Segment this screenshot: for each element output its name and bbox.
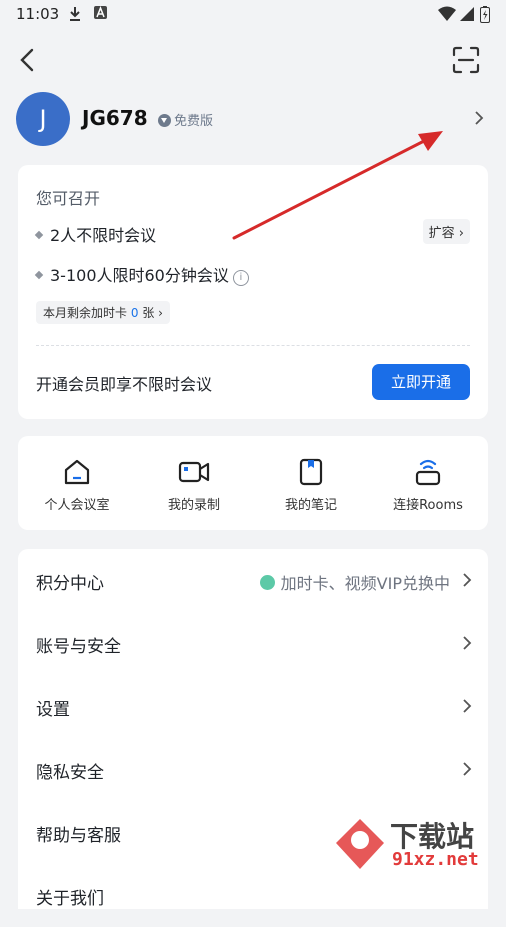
plan-badge: 免费版 <box>158 110 213 129</box>
font-icon <box>94 6 107 19</box>
pill-suffix: 张 <box>142 306 155 320</box>
note-icon <box>299 458 323 486</box>
chevron-right-icon <box>463 762 472 776</box>
home-icon <box>64 459 90 485</box>
quick-action-label: 个人会议室 <box>44 498 110 513</box>
watermark-logo-icon <box>336 819 384 869</box>
quick-action-recordings[interactable]: 我的录制 <box>135 458 253 513</box>
menu-item-label: 帮助与客服 <box>36 826 121 846</box>
chevron-right-icon: › <box>458 226 464 241</box>
status-bar: 11:03 <box>0 0 506 30</box>
top-bar <box>0 40 506 80</box>
feature-item: 2人不限时会议 <box>34 222 157 246</box>
menu-item-privacy[interactable]: 隐私安全 <box>18 738 488 801</box>
plan-label: 免费版 <box>174 114 214 129</box>
quick-action-label: 连接Rooms <box>393 498 463 513</box>
username: JG678 <box>82 106 148 130</box>
video-icon <box>178 461 210 483</box>
quick-action-notes[interactable]: 我的笔记 <box>252 458 370 513</box>
open-membership-button[interactable]: 立即开通 <box>372 364 470 400</box>
expand-label: 扩容 <box>428 226 455 241</box>
menu-extra-label: 加时卡、视频VIP兑换中 <box>280 574 450 593</box>
diamond-bullet-icon <box>34 270 44 280</box>
menu-item-settings[interactable]: 设置 <box>18 675 488 738</box>
pill-count: 0 <box>130 306 139 320</box>
quick-actions-card: 个人会议室 我的录制 我的笔记 连接Rooms <box>18 436 488 530</box>
menu-item-label: 关于我们 <box>36 889 104 909</box>
menu-item-account-security[interactable]: 账号与安全 <box>18 612 488 675</box>
menu-item-label: 账号与安全 <box>36 637 121 657</box>
scan-icon[interactable] <box>452 46 480 74</box>
wifi-icon <box>438 6 456 21</box>
feature-label: 3-100人限时60分钟会议 <box>50 266 229 285</box>
menu-item-about[interactable]: 关于我们 <box>18 864 488 927</box>
back-icon[interactable] <box>14 46 42 74</box>
watermark-url: 91xz.net <box>392 849 479 870</box>
chevron-right-icon: › <box>158 306 163 320</box>
signal-icon <box>460 7 474 21</box>
feature-item: 3-100人限时60分钟会议 i <box>34 262 249 286</box>
gem-icon <box>158 114 171 127</box>
info-icon[interactable]: i <box>232 270 249 286</box>
download-icon <box>70 7 80 21</box>
watermark: 下载站 91xz.net <box>332 815 500 873</box>
menu-item-extra: 加时卡、视频VIP兑换中 <box>259 570 450 594</box>
menu-item-label: 积分中心 <box>36 574 104 594</box>
divider <box>36 345 470 346</box>
menu-item-points-center[interactable]: 积分中心 加时卡、视频VIP兑换中 <box>18 549 488 612</box>
quick-action-personal-room[interactable]: 个人会议室 <box>18 458 136 513</box>
chevron-right-icon <box>463 573 472 587</box>
profile-row[interactable]: J JG678 免费版 <box>16 92 494 148</box>
battery-icon <box>480 6 490 23</box>
rooms-icon <box>415 459 441 486</box>
menu-item-label: 隐私安全 <box>36 763 104 783</box>
status-time: 11:03 <box>16 5 60 23</box>
expand-button[interactable]: 扩容 › <box>422 219 470 244</box>
extra-time-card-pill[interactable]: 本月剩余加时卡 0 张 › <box>36 301 170 324</box>
quick-action-connect-rooms[interactable]: 连接Rooms <box>369 458 487 513</box>
chevron-right-icon <box>463 699 472 713</box>
quick-action-label: 我的录制 <box>167 498 220 513</box>
upsell-text: 开通会员即享不限时会议 <box>36 375 213 394</box>
menu-item-label: 设置 <box>36 700 70 720</box>
chevron-right-icon[interactable] <box>474 110 484 126</box>
plan-card: 您可召开 2人不限时会议 扩容 › 3-100人限时60分钟会议 i 本月剩余加时… <box>18 165 488 419</box>
pill-prefix: 本月剩余加时卡 <box>43 306 128 320</box>
feature-label: 2人不限时会议 <box>50 226 157 245</box>
chevron-right-icon <box>463 636 472 650</box>
diamond-bullet-icon <box>34 230 44 240</box>
plan-card-title: 您可召开 <box>36 189 101 208</box>
quick-action-label: 我的笔记 <box>284 498 337 513</box>
avatar[interactable]: J <box>16 92 70 146</box>
points-icon <box>259 575 275 590</box>
